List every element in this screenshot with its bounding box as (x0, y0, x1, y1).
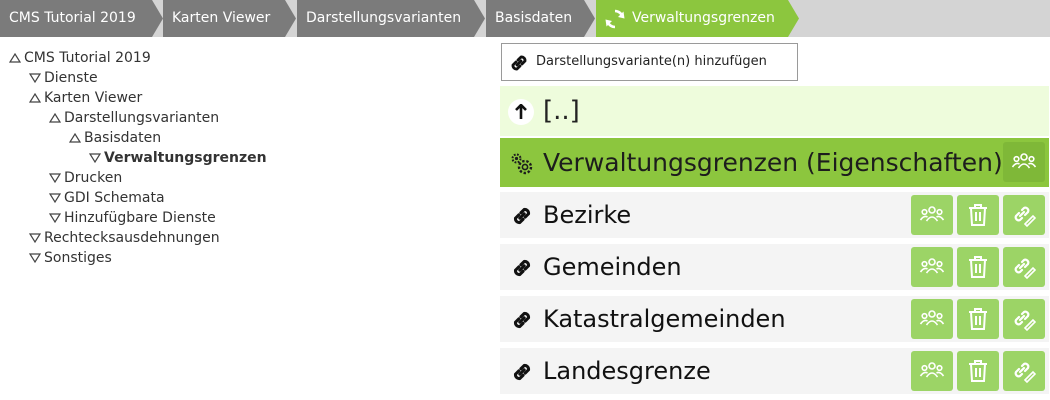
tree-item-label: Sonstiges (44, 250, 112, 266)
users-icon (1011, 153, 1037, 169)
navigation-tree: CMS Tutorial 2019 Dienste Karten Viewer … (0, 37, 494, 400)
collapsed-triangle-icon[interactable] (48, 208, 64, 228)
link-icon (509, 203, 535, 233)
link-icon (509, 359, 535, 389)
tree-item-gdi-schemata[interactable]: GDI Schemata (48, 188, 165, 208)
parent-directory-label: [..] (543, 96, 580, 126)
gears-icon (509, 151, 535, 181)
link-icon (509, 255, 535, 285)
tree-item-hinzufuegbare-dienste[interactable]: Hinzufügbare Dienste (48, 208, 216, 228)
permissions-button[interactable] (1003, 142, 1045, 182)
tree-item-label: Rechtecksausdehnungen (44, 230, 220, 246)
users-icon (919, 206, 945, 222)
breadcrumb-label: Verwaltungsgrenzen (632, 10, 775, 26)
list-item-katastralgemeinden[interactable]: Katastralgemeinden (500, 296, 1049, 342)
link-icon (509, 307, 535, 337)
edit-link-button[interactable] (1003, 299, 1045, 339)
tree-item-label: Karten Viewer (44, 90, 143, 106)
tree-item-rechtecksausdehnungen[interactable]: Rechtecksausdehnungen (28, 228, 220, 248)
arrow-up-icon (508, 99, 534, 125)
delete-button[interactable] (957, 299, 999, 339)
tree-item-label: Verwaltungsgrenzen (104, 150, 267, 166)
trash-icon (969, 308, 987, 330)
edit-link-icon (1014, 362, 1036, 383)
trash-icon (969, 360, 987, 382)
add-darstellungsvariante-button[interactable]: Darstellungsvariante(n) hinzufügen (501, 43, 798, 81)
expanded-triangle-icon[interactable] (8, 48, 24, 68)
tree-item-label: Dienste (44, 70, 98, 86)
breadcrumb-item-darstellungsvarianten[interactable]: Darstellungsvarianten (297, 0, 485, 37)
breadcrumb-label: Darstellungsvarianten (306, 10, 462, 26)
breadcrumb-item-cms-tutorial[interactable]: CMS Tutorial 2019 (0, 0, 163, 37)
edit-link-button[interactable] (1003, 195, 1045, 235)
tree-item-drucken[interactable]: Drucken (48, 168, 122, 188)
expanded-triangle-icon[interactable] (28, 88, 44, 108)
collapsed-triangle-icon[interactable] (88, 148, 104, 168)
tree-item-basisdaten[interactable]: Basisdaten (68, 128, 161, 148)
tree-item-cms-tutorial[interactable]: CMS Tutorial 2019 (8, 48, 151, 68)
tree-item-darstellungsvarianten[interactable]: Darstellungsvarianten (48, 108, 219, 128)
content-panel: Darstellungsvariante(n) hinzufügen [..] … (494, 37, 1050, 400)
tree-item-label: Darstellungsvarianten (64, 110, 220, 126)
edit-link-icon (1014, 310, 1036, 331)
edit-link-button[interactable] (1003, 247, 1045, 287)
tree-item-label: Basisdaten (84, 130, 162, 146)
properties-row[interactable]: Verwaltungsgrenzen (Eigenschaften) (500, 138, 1049, 187)
delete-button[interactable] (957, 195, 999, 235)
expanded-triangle-icon[interactable] (68, 128, 84, 148)
delete-button[interactable] (957, 351, 999, 391)
list-item-label: Landesgrenze (543, 357, 711, 385)
permissions-button[interactable] (911, 299, 953, 339)
tree-item-label: CMS Tutorial 2019 (24, 50, 151, 66)
trash-icon (969, 256, 987, 278)
breadcrumb: CMS Tutorial 2019 Karten Viewer Darstell… (0, 0, 1050, 37)
add-button-label: Darstellungsvariante(n) hinzufügen (536, 54, 767, 69)
collapsed-triangle-icon[interactable] (28, 228, 44, 248)
breadcrumb-item-verwaltungsgrenzen[interactable]: Verwaltungsgrenzen (596, 0, 799, 37)
expanded-triangle-icon[interactable] (48, 108, 64, 128)
breadcrumb-label: Karten Viewer (172, 10, 271, 26)
tree-item-verwaltungsgrenzen[interactable]: Verwaltungsgrenzen (88, 148, 267, 168)
permissions-button[interactable] (911, 195, 953, 235)
link-icon (511, 55, 527, 71)
permissions-button[interactable] (911, 247, 953, 287)
tree-item-karten-viewer[interactable]: Karten Viewer (28, 88, 142, 108)
breadcrumb-item-karten-viewer[interactable]: Karten Viewer (163, 0, 296, 37)
breadcrumb-label: Basisdaten (495, 10, 573, 26)
edit-link-button[interactable] (1003, 351, 1045, 391)
users-icon (919, 362, 945, 378)
permissions-button[interactable] (911, 351, 953, 391)
list-item-landesgrenze[interactable]: Landesgrenze (500, 348, 1049, 394)
collapsed-triangle-icon[interactable] (48, 188, 64, 208)
list-item-label: Katastralgemeinden (543, 305, 786, 333)
refresh-icon (604, 8, 626, 30)
users-icon (919, 258, 945, 274)
collapsed-triangle-icon[interactable] (28, 248, 44, 268)
collapsed-triangle-icon[interactable] (48, 168, 64, 188)
tree-item-label: Drucken (64, 170, 123, 186)
delete-button[interactable] (957, 247, 999, 287)
list-item-label: Gemeinden (543, 253, 682, 281)
tree-item-sonstiges[interactable]: Sonstiges (28, 248, 112, 268)
tree-item-label: GDI Schemata (64, 190, 165, 206)
trash-icon (969, 204, 987, 226)
list-item-bezirke[interactable]: Bezirke (500, 192, 1049, 238)
properties-label: Verwaltungsgrenzen (Eigenschaften) (543, 148, 1003, 177)
users-icon (919, 310, 945, 326)
breadcrumb-item-basisdaten[interactable]: Basisdaten (486, 0, 595, 37)
breadcrumb-label: CMS Tutorial 2019 (9, 10, 136, 26)
edit-link-icon (1014, 258, 1036, 279)
collapsed-triangle-icon[interactable] (28, 68, 44, 88)
tree-item-label: Hinzufügbare Dienste (64, 210, 216, 226)
parent-directory-row[interactable]: [..] (500, 86, 1049, 136)
tree-item-dienste[interactable]: Dienste (28, 68, 98, 88)
list-item-gemeinden[interactable]: Gemeinden (500, 244, 1049, 290)
edit-link-icon (1014, 206, 1036, 227)
list-item-label: Bezirke (543, 201, 632, 229)
